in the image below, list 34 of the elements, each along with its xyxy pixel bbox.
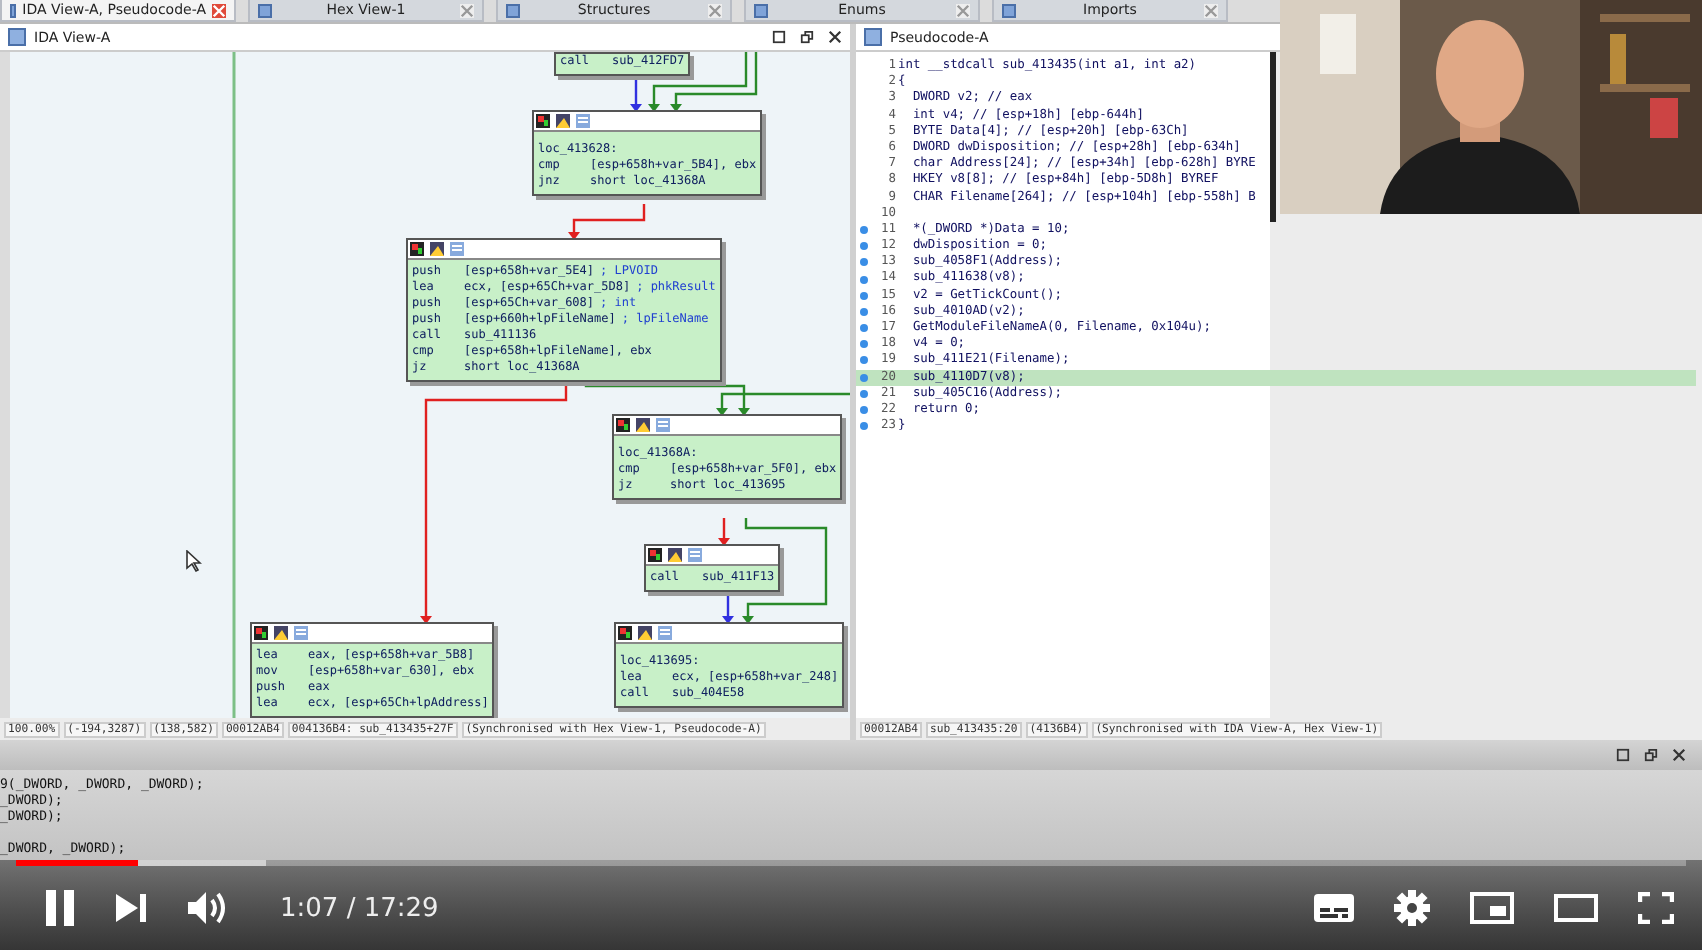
block-icons <box>618 626 678 640</box>
subtitles-button[interactable] <box>1314 894 1354 922</box>
tab-icon <box>258 3 272 17</box>
next-button[interactable] <box>116 894 148 922</box>
miniplayer-button[interactable] <box>1470 892 1514 924</box>
progress-bar[interactable] <box>16 860 1686 866</box>
tab-icon <box>506 3 520 17</box>
panel-icon <box>864 28 882 46</box>
maximize-icon[interactable] <box>772 30 786 44</box>
flow-arrow <box>568 204 646 240</box>
close-icon[interactable] <box>1672 748 1686 762</box>
play-pause-button[interactable] <box>44 890 76 926</box>
block-icons <box>648 548 708 562</box>
time-display: 1:07 / 17:29 <box>280 893 439 923</box>
panel-icon <box>8 28 26 46</box>
block-icons <box>536 114 596 128</box>
restore-icon[interactable] <box>1644 748 1658 762</box>
fullscreen-button[interactable] <box>1638 892 1674 924</box>
flow-arrow <box>630 74 642 112</box>
block-icons <box>254 626 314 640</box>
restore-icon[interactable] <box>800 30 814 44</box>
tab-icon <box>1002 3 1016 17</box>
block-icons <box>410 242 470 256</box>
flow-arrow <box>718 518 730 546</box>
block-icons <box>616 418 676 432</box>
tab-icon <box>754 3 768 17</box>
code-block[interactable] <box>406 238 722 382</box>
pause-icon <box>44 890 76 926</box>
mouse-cursor-icon <box>186 550 202 572</box>
tab-icon <box>10 3 17 17</box>
close-icon[interactable] <box>828 30 842 44</box>
settings-button[interactable] <box>1394 890 1430 926</box>
maximize-icon[interactable] <box>1616 748 1630 762</box>
theater-mode-button[interactable] <box>1554 894 1598 922</box>
